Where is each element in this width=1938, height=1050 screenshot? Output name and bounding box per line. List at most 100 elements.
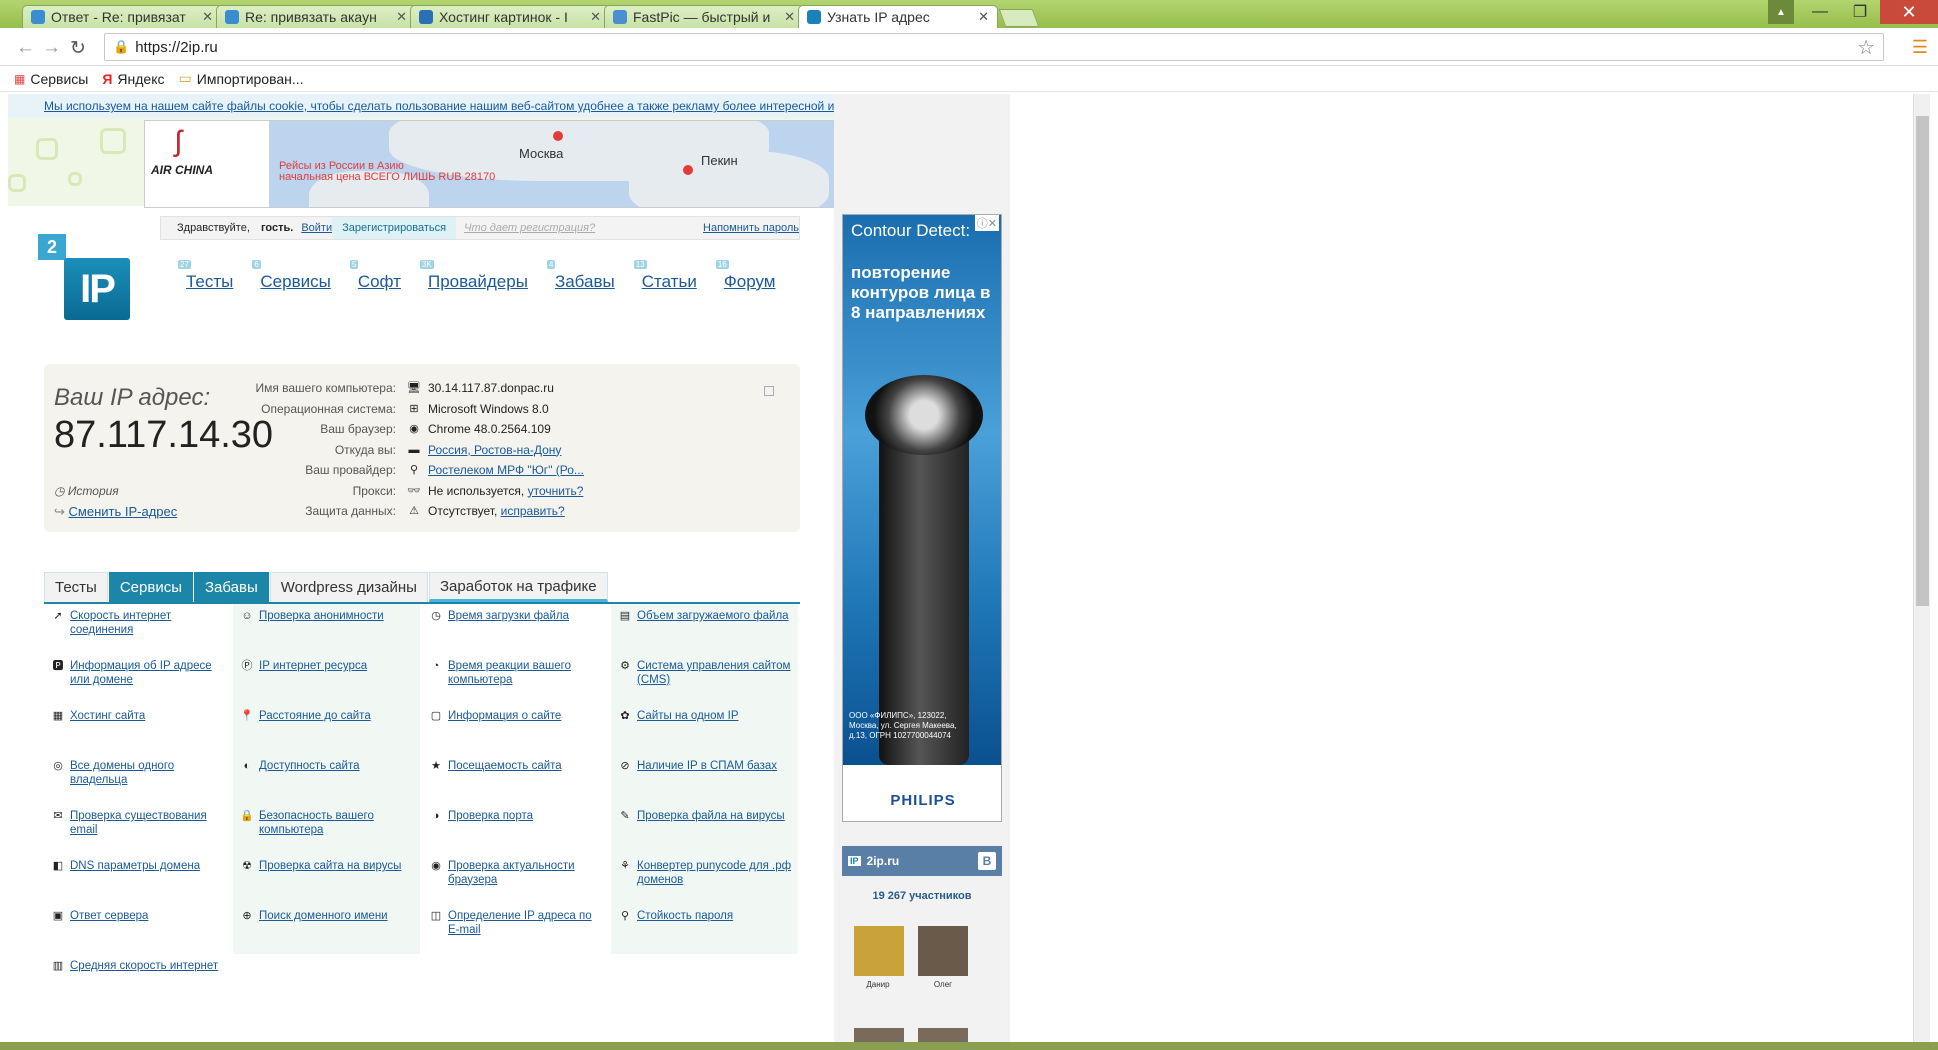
- section-tab[interactable]: Забавы: [193, 572, 269, 602]
- nav-item[interactable]: 5 Софт: [349, 260, 401, 292]
- main-navigation: 27 Тесты 6 Сервисы 5 Софт 3K Провайдеры 4 Забавы 1…: [178, 260, 775, 292]
- history-link[interactable]: ◷ История: [54, 484, 119, 498]
- service-item[interactable]: Ⓟ IP интернет ресурса: [233, 654, 420, 704]
- service-icon: ✎: [620, 810, 630, 822]
- maximize-button[interactable]: ❐: [1840, 0, 1880, 24]
- why-register-link[interactable]: Что дает регистрация?: [456, 222, 603, 234]
- address-bar[interactable]: 🔒 https://2ip.ru ☆: [104, 33, 1884, 61]
- bookmark-yandex[interactable]: Я Яндекс: [102, 71, 164, 87]
- ip-detail-row: Прокси: 👓 Не используется, уточнить?: [254, 481, 584, 502]
- close-tab-icon[interactable]: ✕: [784, 9, 795, 25]
- ip-label: Ваш IP адрес:: [54, 384, 211, 411]
- nav-item[interactable]: 4 Забавы: [546, 260, 615, 292]
- vk-widget-header[interactable]: IP 2ip.ru В: [842, 846, 1002, 876]
- vk-member-count: 19 267 участников: [872, 890, 972, 902]
- air-china-logo-icon: ʃ: [175, 125, 182, 158]
- section-tab[interactable]: Wordpress дизайны: [269, 572, 428, 602]
- service-item[interactable]: ★ Посещаемость сайта: [422, 754, 609, 804]
- service-item[interactable]: ◉ Проверка актуальности браузера: [422, 854, 609, 904]
- ad-subtitle: повторение контуров лица в 8 направления…: [851, 263, 991, 322]
- service-item[interactable]: ☢ Проверка сайта на вирусы: [233, 854, 420, 904]
- window-controls: ▲ — ❐ ✕: [1768, 0, 1938, 24]
- section-tab[interactable]: Заработок на трафике: [428, 572, 608, 602]
- service-item[interactable]: ◫ Определение IP адреса по E-mail: [422, 904, 609, 954]
- close-tab-icon[interactable]: ✕: [590, 9, 601, 25]
- service-item[interactable]: ◑ Проверка порта: [422, 804, 609, 854]
- site-logo[interactable]: IP: [64, 258, 130, 320]
- reload-button[interactable]: ↻: [70, 37, 86, 60]
- nav-item[interactable]: 27 Тесты: [178, 260, 233, 292]
- service-item[interactable]: ▦ Хостинг сайта: [44, 704, 231, 754]
- remind-password-link[interactable]: Напомнить пароль: [703, 222, 799, 234]
- service-item[interactable]: ✉ Проверка существования email: [44, 804, 231, 854]
- detail-key: Прокси:: [352, 483, 396, 498]
- service-item[interactable]: 🅿 Информация об IP адресе или домене: [44, 654, 231, 704]
- browser-tab[interactable]: Хостинг картинок - I ✕: [410, 5, 610, 28]
- nav-item[interactable]: 16 Форум: [715, 260, 775, 292]
- browser-tab[interactable]: FastPic — быстрый и ✕: [604, 5, 804, 28]
- avatar[interactable]: [854, 1028, 904, 1042]
- bookmark-imported[interactable]: ▭ Импортирован...: [179, 70, 304, 87]
- browser-tab[interactable]: Узнать IP адрес ✕: [798, 5, 998, 28]
- logo-badge: 2: [38, 234, 66, 260]
- nav-item[interactable]: 3K Провайдеры: [419, 260, 528, 292]
- detail-icon: ⚠: [409, 505, 419, 517]
- back-button[interactable]: ←: [16, 37, 35, 59]
- browser-tab[interactable]: Ответ - Re: привязат ✕: [22, 5, 222, 28]
- close-tab-icon[interactable]: ✕: [202, 9, 213, 25]
- details-toggle-icon[interactable]: [764, 386, 774, 396]
- scrollbar-thumb[interactable]: [1916, 116, 1929, 606]
- tab-favicon-icon: [31, 10, 45, 24]
- nav-badge: 13: [633, 260, 647, 269]
- nav-item[interactable]: 13 Статьи: [633, 260, 697, 292]
- avatar[interactable]: [918, 1028, 968, 1042]
- service-item[interactable]: ⚲ Стойкость пароля: [611, 904, 798, 954]
- bookmark-services[interactable]: ▦ Сервисы: [14, 71, 88, 87]
- service-item[interactable]: ◔ Время реакции вашего компьютера: [422, 654, 609, 704]
- service-item[interactable]: ☺ Проверка анонимности: [233, 604, 420, 654]
- forward-button[interactable]: →: [42, 37, 61, 59]
- service-item[interactable]: ➚ Скорость интернет соединения: [44, 604, 231, 654]
- service-item[interactable]: ◐ Доступность сайта: [233, 754, 420, 804]
- service-item[interactable]: ⊕ Поиск доменного имени: [233, 904, 420, 954]
- register-link[interactable]: Зарегистрироваться: [332, 217, 457, 239]
- service-icon: ✿: [620, 710, 630, 722]
- browser-menu-icon[interactable]: ☰: [1912, 37, 1928, 58]
- user-icon[interactable]: ▲: [1768, 0, 1794, 24]
- service-item[interactable]: ◷ Время загрузки файла: [422, 604, 609, 654]
- avatar[interactable]: [854, 926, 904, 976]
- login-link[interactable]: Войти: [301, 222, 332, 234]
- section-tab[interactable]: Тесты: [44, 572, 108, 602]
- detail-icon: ▬: [408, 443, 420, 456]
- service-item[interactable]: 🔒 Безопасность вашего компьютера: [233, 804, 420, 854]
- ad-close-icon[interactable]: ⓘ✕: [974, 215, 999, 231]
- service-item[interactable]: ✿ Сайты на одном IP: [611, 704, 798, 754]
- service-item[interactable]: ▣ Ответ сервера: [44, 904, 231, 954]
- service-item[interactable]: ◧ DNS параметры домена: [44, 854, 231, 904]
- service-item[interactable]: ◎ Все домены одного владельца: [44, 754, 231, 804]
- detail-icon: ⊞: [409, 402, 419, 415]
- close-tab-icon[interactable]: ✕: [978, 9, 989, 25]
- service-item[interactable]: ⚙ Система управления сайтом (CMS): [611, 654, 798, 704]
- service-item[interactable]: ▥ Средняя скорость интернет: [44, 954, 231, 1004]
- service-item[interactable]: ▢ Информация о сайте: [422, 704, 609, 754]
- minimize-button[interactable]: —: [1800, 0, 1840, 24]
- service-item[interactable]: ⊘ Наличие IP в СПАМ базах: [611, 754, 798, 804]
- bookmark-star-icon[interactable]: ☆: [1857, 35, 1875, 60]
- new-tab-button[interactable]: [998, 9, 1040, 27]
- nav-item[interactable]: 6 Сервисы: [252, 260, 331, 292]
- close-tab-icon[interactable]: ✕: [396, 9, 407, 25]
- service-icon: ⊕: [242, 910, 252, 922]
- section-tab[interactable]: Сервисы: [108, 572, 193, 602]
- service-item[interactable]: 📍 Расстояние до сайта: [233, 704, 420, 754]
- philips-ad[interactable]: Contour Detect: повторение контуров лица…: [842, 214, 1002, 822]
- service-item[interactable]: ✎ Проверка файла на вирусы: [611, 804, 798, 854]
- browser-tab[interactable]: Re: привязать акаун ✕: [216, 5, 416, 28]
- service-item[interactable]: ⚘ Конвертер punycode для .рф доменов: [611, 854, 798, 904]
- avatar[interactable]: [918, 926, 968, 976]
- air-china-banner[interactable]: ʃ AIR CHINA Рейсы из России в Азию начал…: [144, 120, 884, 208]
- close-window-button[interactable]: ✕: [1880, 0, 1938, 24]
- service-item[interactable]: ▤ Объем загружаемого файла: [611, 604, 798, 654]
- page-scrollbar[interactable]: [1913, 94, 1930, 1042]
- change-ip-link[interactable]: ↪ Сменить IP-адрес: [54, 504, 177, 520]
